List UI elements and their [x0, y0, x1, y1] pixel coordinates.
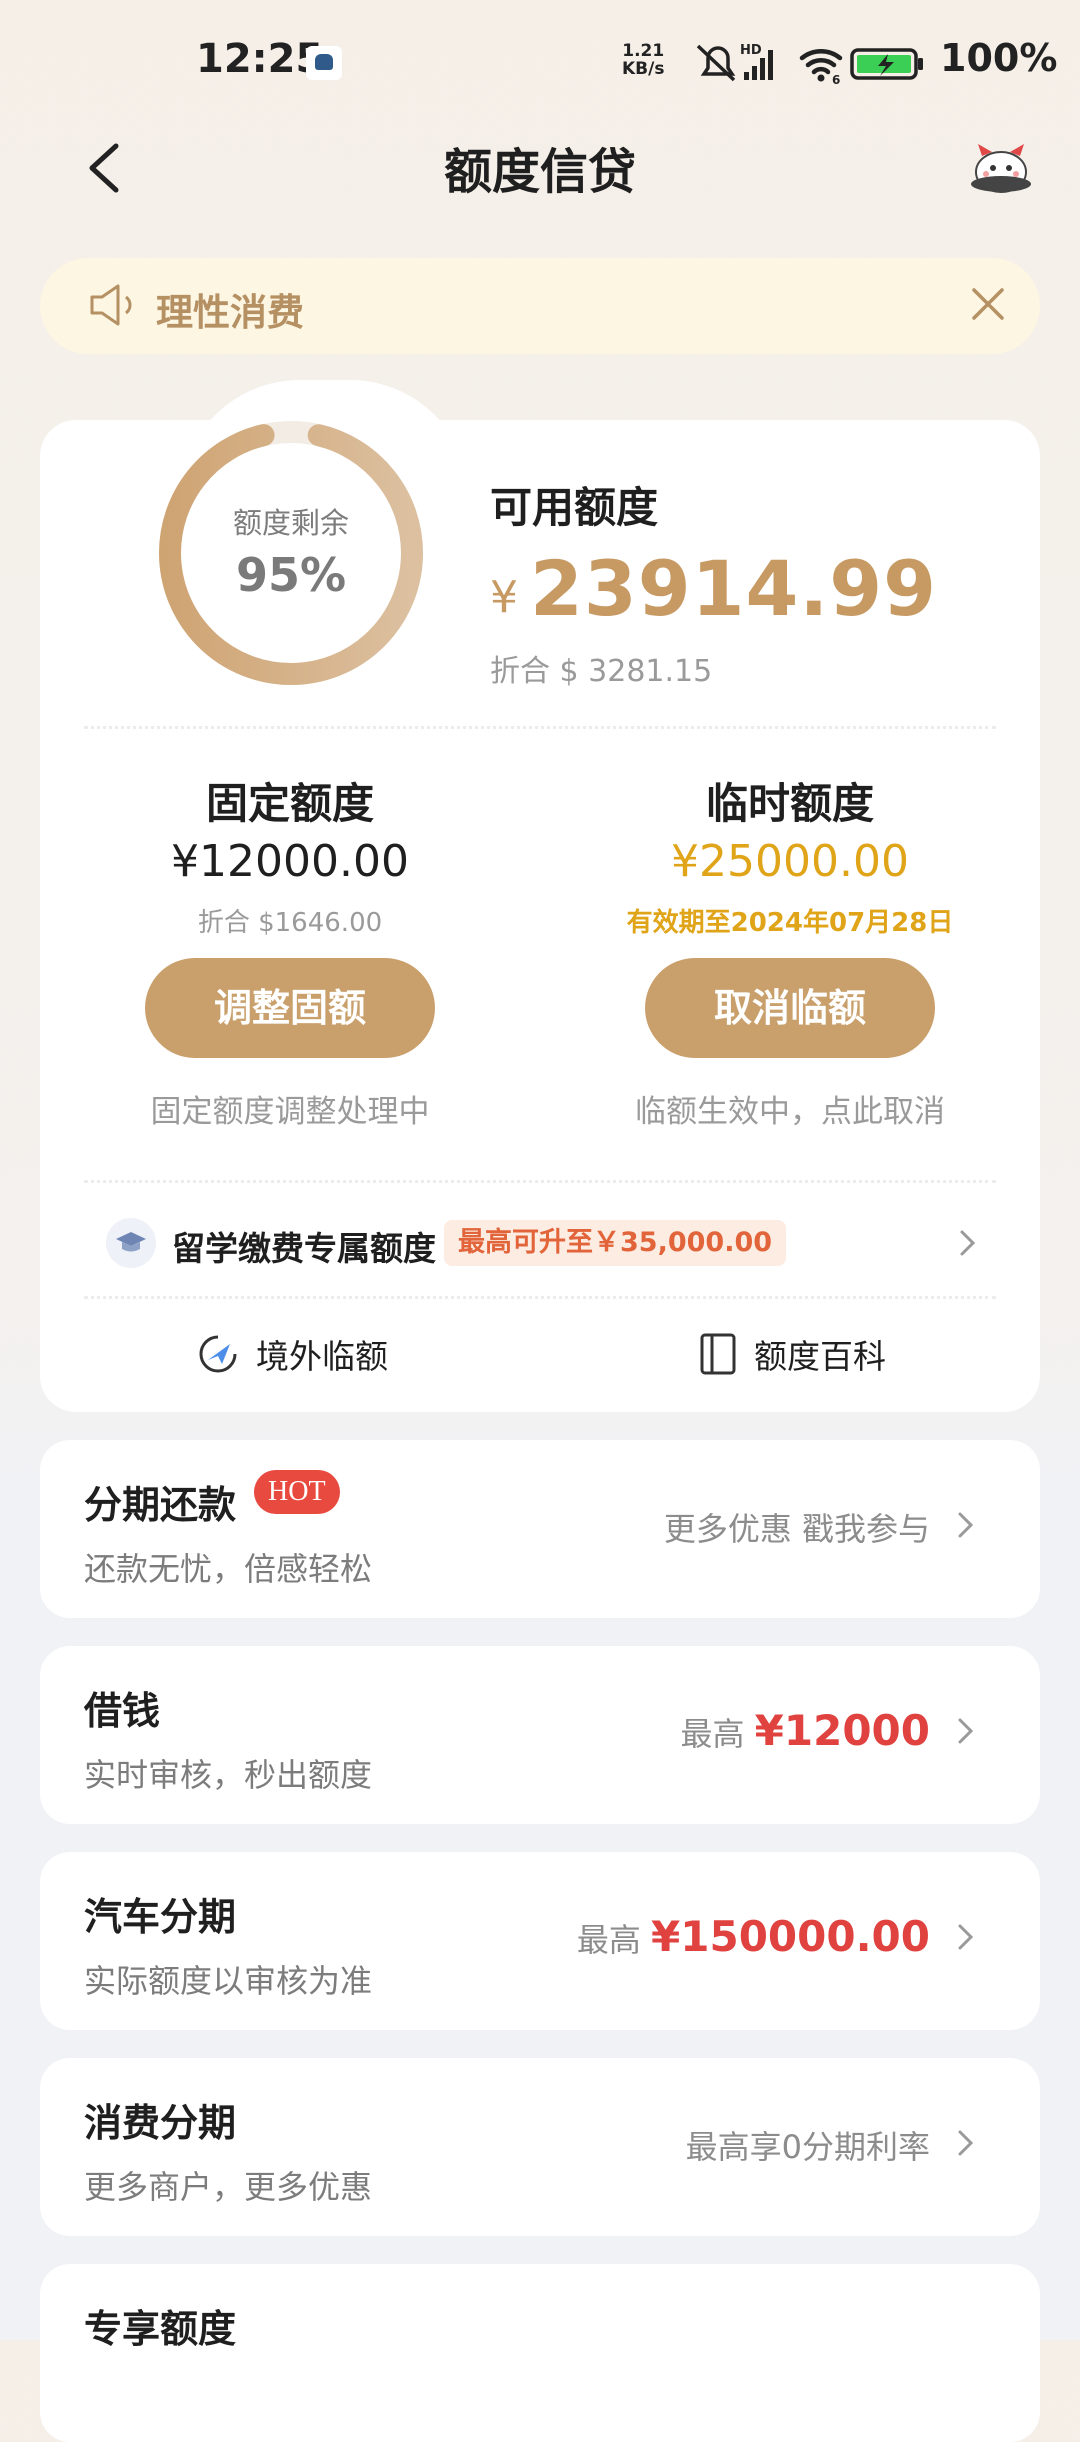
list-item-title: 分期还款: [84, 1483, 237, 1527]
page-title: 额度信贷: [443, 144, 636, 200]
chevron-right-icon: [958, 2130, 974, 2156]
close-icon[interactable]: [968, 284, 1008, 324]
temp-quota-valid: 有效期至2024年07月28日: [626, 908, 954, 938]
speaker-icon: [90, 284, 132, 326]
divider: [84, 726, 996, 729]
temp-quota-amount: ¥25000.00: [671, 836, 909, 887]
chevron-right-icon: [960, 1230, 976, 1256]
fixed-quota-title: 固定额度: [205, 779, 374, 828]
chevron-right-icon: [958, 1718, 974, 1744]
max-amount: ¥150000.00: [651, 1912, 930, 1961]
list-item-right-text: 最高享0分期利率: [686, 2122, 930, 2168]
max-amount: ¥12000: [754, 1706, 930, 1755]
net-speed-value: 1.21: [622, 41, 665, 61]
list-item-right-text: 最高 ¥150000.00: [577, 1912, 930, 1961]
list-item-installment-repay[interactable]: 分期还款 HOT 还款无忧，倍感轻松 更多优惠 戳我参与: [40, 1440, 1040, 1618]
cancel-temp-button[interactable]: 取消临额: [645, 958, 935, 1058]
list-item-title: 借钱: [84, 1689, 161, 1733]
fixed-quota-amount: ¥12000.00: [171, 836, 409, 887]
list-item-subtitle: 更多商户，更多优惠: [84, 2168, 373, 2206]
list-item-subtitle: 还款无忧，倍感轻松: [84, 1550, 373, 1588]
mascot-icon[interactable]: [966, 138, 1036, 198]
list-item-title: 消费分期: [84, 2101, 237, 2145]
divider: [84, 1180, 996, 1183]
list-item-title: 汽车分期: [84, 1895, 237, 1939]
list-item-right-text: 更多优惠 戳我参与: [664, 1504, 930, 1550]
net-speed-unit: KB/s: [622, 59, 665, 79]
notice-bar[interactable]: 理性消费: [40, 258, 1040, 354]
net-speed: 1.21 KB/s: [622, 42, 664, 78]
list-item-subtitle: 实时审核，秒出额度: [84, 1756, 373, 1794]
ring-label: 额度剩余: [232, 506, 349, 540]
plane-globe-icon: [199, 1335, 237, 1373]
temp-quota-note[interactable]: 临额生效中，点此取消: [590, 1086, 990, 1131]
wifi-icon: [799, 48, 843, 75]
hd-label: HD: [740, 43, 762, 58]
list-item-subtitle: 实际额度以审核为准: [84, 1962, 373, 2000]
right-text: 更多优惠 戳我参与: [663, 1510, 930, 1548]
app-notification-icon: [306, 46, 342, 80]
chevron-right-icon: [958, 1924, 974, 1950]
battery-icon: [850, 48, 923, 80]
temp-quota-title: 临时额度: [705, 779, 874, 828]
list-item-borrow[interactable]: 借钱 实时审核，秒出额度 最高 ¥12000: [40, 1646, 1040, 1824]
study-abroad-tag: 最高可升至￥35,000.00: [444, 1220, 787, 1266]
quota-wiki-label: 额度百科: [754, 1337, 886, 1376]
right-text: 最高: [576, 1921, 641, 1959]
status-time: 12:25: [196, 36, 324, 82]
notice-text: 理性消费: [156, 291, 304, 334]
overseas-temp-label: 境外临额: [256, 1337, 388, 1376]
available-currency: ¥: [490, 572, 518, 623]
divider: [84, 1296, 996, 1299]
list-item-exclusive-quota[interactable]: 专享额度: [40, 2264, 1040, 2442]
available-amount: 23914.99: [530, 544, 938, 633]
available-label: 可用额度: [490, 483, 659, 532]
hot-badge: HOT: [254, 1470, 340, 1514]
graduation-cap-icon: [106, 1218, 156, 1268]
status-icons: HD 6: [696, 43, 923, 86]
list-item-car-installment[interactable]: 汽车分期 实际额度以审核为准 最高 ¥150000.00: [40, 1852, 1040, 2030]
adjust-fixed-button[interactable]: 调整固额: [145, 958, 435, 1058]
available-converted: 折合 $ 3281.15: [490, 654, 713, 689]
battery-percent: 100%: [940, 36, 1058, 80]
wifi-number: 6: [832, 73, 840, 86]
list-item-title: 专享额度: [84, 2307, 237, 2351]
chevron-right-icon: [958, 1512, 974, 1538]
book-icon: [700, 1333, 736, 1375]
mute-bell-icon: [696, 44, 736, 82]
fixed-quota-note: 固定额度调整处理中: [150, 1094, 430, 1130]
study-abroad-label: 留学缴费专属额度: [172, 1229, 436, 1268]
ring-value: 95%: [235, 548, 347, 602]
right-text: 最高: [680, 1715, 745, 1753]
status-bar: 12:25 1.21 KB/s HD 6 100%: [0, 0, 1080, 120]
right-text: 最高享0分期利率: [685, 2128, 930, 2166]
list-item-right-text: 最高 ¥12000: [680, 1706, 930, 1755]
list-item-consumer-installment[interactable]: 消费分期 更多商户，更多优惠 最高享0分期利率: [40, 2058, 1040, 2236]
fixed-quota-converted: 折合 $1646.00: [197, 908, 383, 938]
